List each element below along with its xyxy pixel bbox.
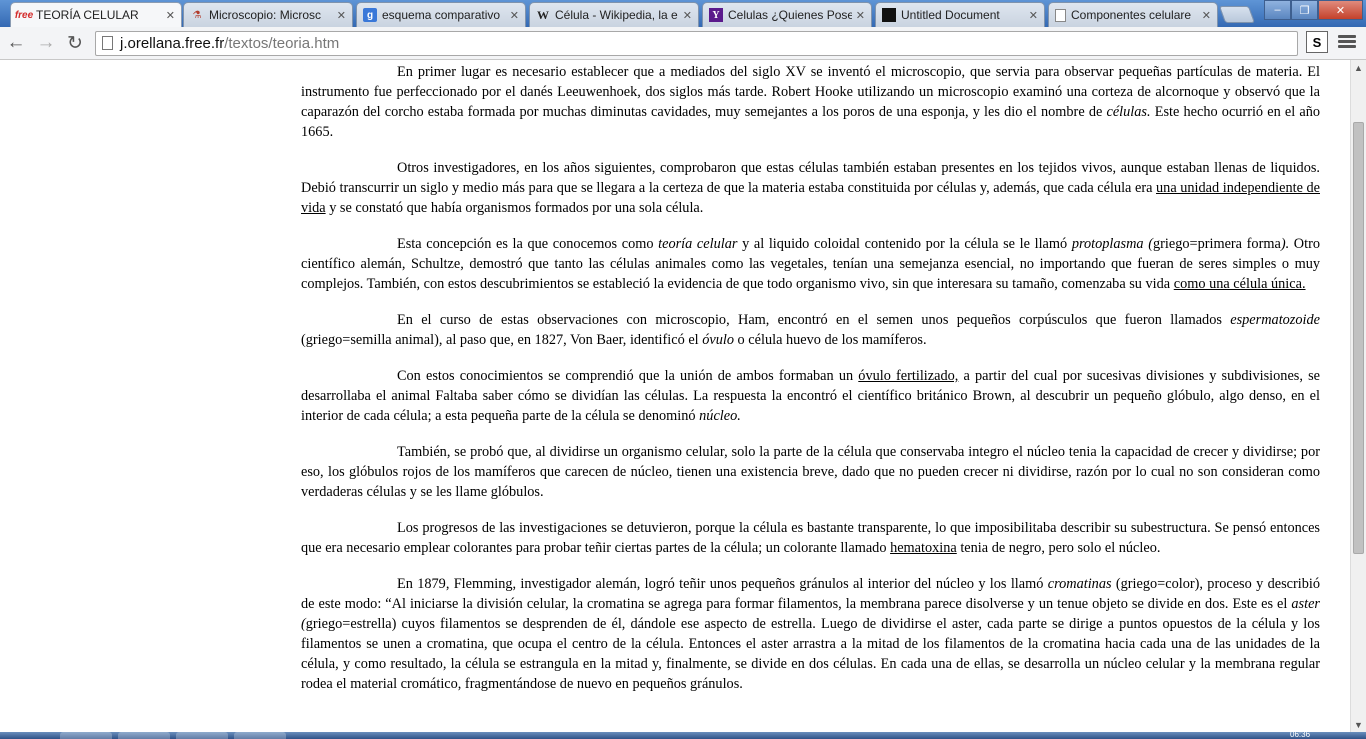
term-celulas: células. [1106, 104, 1151, 120]
text: o célula huevo de los mamíferos. [733, 332, 927, 348]
paragraph-8: En 1879, Flemming, investigador alemán, … [301, 574, 1320, 694]
maximize-button[interactable]: ❐ [1291, 0, 1318, 20]
term-ovulo: óvulo [702, 332, 734, 348]
taskbar-item[interactable] [234, 732, 286, 739]
tab-label: esquema comparativo [382, 8, 501, 22]
forward-arrow-icon: → [36, 32, 56, 53]
tab-label: Microscopio: Microsc [209, 8, 322, 22]
text: Esta concepción es la que conocemos como [397, 236, 659, 252]
scrollbar-thumb[interactable] [1353, 122, 1364, 554]
vertical-scrollbar[interactable]: ▲ ▼ [1350, 60, 1366, 732]
text: y al liquido coloidal contenido por la c… [737, 236, 1072, 252]
tab-esquema-comparativo[interactable]: g esquema comparativo ✕ [356, 2, 526, 27]
close-tab-icon[interactable]: ✕ [856, 9, 865, 22]
tab-celulas-quienes[interactable]: Y Celulas ¿Quienes Pose ✕ [702, 2, 872, 27]
taskbar-item[interactable] [176, 732, 228, 739]
reload-button[interactable]: ↻ [63, 32, 87, 54]
text: En 1879, Flemming, investigador alemán, … [397, 576, 1048, 592]
reload-icon: ↻ [67, 32, 83, 54]
new-tab-button[interactable] [1218, 6, 1256, 23]
tab-microscopio[interactable]: ⚗ Microscopio: Microsc ✕ [183, 2, 353, 27]
scroll-up-arrow-icon[interactable]: ▲ [1351, 60, 1366, 75]
extension-icon: S [1312, 34, 1322, 50]
paragraph-2: Otros investigadores, en los años siguie… [301, 158, 1320, 218]
url-text[interactable]: j.orellana.free.fr/textos/teoria.htm [120, 35, 339, 52]
paragraph-5: Con estos conocimientos se comprendió qu… [301, 366, 1320, 426]
close-icon: ✕ [1335, 4, 1346, 17]
scroll-down-arrow-icon[interactable]: ▼ [1351, 717, 1366, 732]
tab-strip: free TEORÍA CELULAR ✕ ⚗ Microscopio: Mic… [0, 0, 1366, 27]
page-icon [1055, 8, 1066, 22]
close-window-button[interactable]: ✕ [1318, 0, 1363, 20]
back-button[interactable]: ← [4, 32, 28, 54]
link-celula-unica[interactable]: como una célula única. [1174, 276, 1306, 292]
paragraph-4: En el curso de estas observaciones con m… [301, 310, 1320, 350]
text: Los progresos de las investigaciones se … [301, 520, 1320, 556]
close-tab-icon[interactable]: ✕ [1029, 9, 1038, 22]
black-square-icon [882, 8, 896, 22]
taskbar-item[interactable] [60, 732, 112, 739]
tab-label: Celulas ¿Quienes Pose [728, 8, 852, 22]
tab-celula-wikipedia[interactable]: W Célula - Wikipedia, la e ✕ [529, 2, 699, 27]
text: En el curso de estas observaciones con m… [397, 312, 1231, 328]
paragraph-1: En primer lugar es necesario establecer … [301, 62, 1320, 142]
browser-toolbar: ← → ↻ j.orellana.free.fr/textos/teoria.h… [0, 27, 1366, 60]
taskbar-item[interactable] [118, 732, 170, 739]
term-nucleo: núcleo. [699, 408, 741, 424]
paragraph-6: También, se probó que, al dividirse un o… [301, 444, 1320, 500]
term-protoplasma: protoplasma ( [1071, 236, 1153, 252]
back-arrow-icon: ← [6, 32, 26, 53]
tab-label: TEORÍA CELULAR [36, 8, 139, 22]
google-icon: g [363, 8, 377, 22]
minimize-icon: ‒ [1274, 4, 1281, 16]
text: y se constató que había organismos forma… [325, 200, 704, 216]
term-espermatozoide: espermatozoide [1230, 312, 1320, 328]
chrome-menu-button[interactable] [1336, 33, 1358, 51]
address-bar[interactable]: j.orellana.free.fr/textos/teoria.htm ☆ [95, 31, 1298, 56]
text: Con estos conocimientos se comprendió qu… [397, 368, 859, 384]
term-teoria-celular: teoría celular [658, 236, 738, 252]
minimize-button[interactable]: ‒ [1264, 0, 1291, 20]
url-host: j.orellana.free.fr [120, 35, 225, 52]
tab-componentes-celulares[interactable]: Componentes celulare ✕ [1048, 2, 1218, 27]
close-tab-icon[interactable]: ✕ [337, 9, 346, 22]
text: tenia de negro, pero solo el núcleo. [956, 540, 1161, 556]
text: griego=estrella) cuyos filamentos se des… [301, 616, 1320, 692]
extension-button[interactable]: S [1306, 31, 1328, 53]
tab-label: Componentes celulare [1071, 8, 1192, 22]
maximize-icon: ❐ [1299, 4, 1310, 17]
microscope-icon: ⚗ [192, 9, 202, 21]
close-tab-icon[interactable]: ✕ [1202, 9, 1211, 22]
free-favicon-icon: free [14, 9, 34, 21]
tab-label: Célula - Wikipedia, la e [555, 8, 678, 22]
link-ovulo-fertilizado[interactable]: óvulo fertilizado, [858, 368, 958, 384]
forward-button[interactable]: → [34, 32, 58, 54]
tab-label: Untitled Document [901, 8, 1000, 22]
yahoo-icon: Y [709, 8, 723, 22]
close-tab-icon[interactable]: ✕ [510, 9, 519, 22]
text: (griego=semilla animal), al paso que, en… [301, 332, 703, 348]
close-tab-icon[interactable]: ✕ [683, 9, 692, 22]
link-hematoxina[interactable]: hematoxina [890, 540, 957, 556]
os-taskbar: 06:36 [0, 730, 1366, 739]
article-body: En primer lugar es necesario establecer … [301, 62, 1320, 710]
paragraph-3: Esta concepción es la que conocemos como… [301, 234, 1320, 294]
page-icon [102, 36, 113, 50]
term-cromatinas: cromatinas [1047, 576, 1112, 592]
wikipedia-icon: W [537, 7, 549, 22]
page-viewport: En primer lugar es necesario establecer … [0, 60, 1350, 732]
paragraph-7: Los progresos de las investigaciones se … [301, 518, 1320, 558]
text: ). [1280, 236, 1290, 252]
url-path: /textos/teoria.htm [224, 35, 340, 52]
text: griego=primera forma [1152, 236, 1281, 252]
close-tab-icon[interactable]: ✕ [166, 9, 175, 22]
tab-untitled-document[interactable]: Untitled Document ✕ [875, 2, 1045, 27]
taskbar-clock: 06:36 [1290, 730, 1311, 739]
tab-teoria-celular[interactable]: free TEORÍA CELULAR ✕ [10, 2, 182, 27]
